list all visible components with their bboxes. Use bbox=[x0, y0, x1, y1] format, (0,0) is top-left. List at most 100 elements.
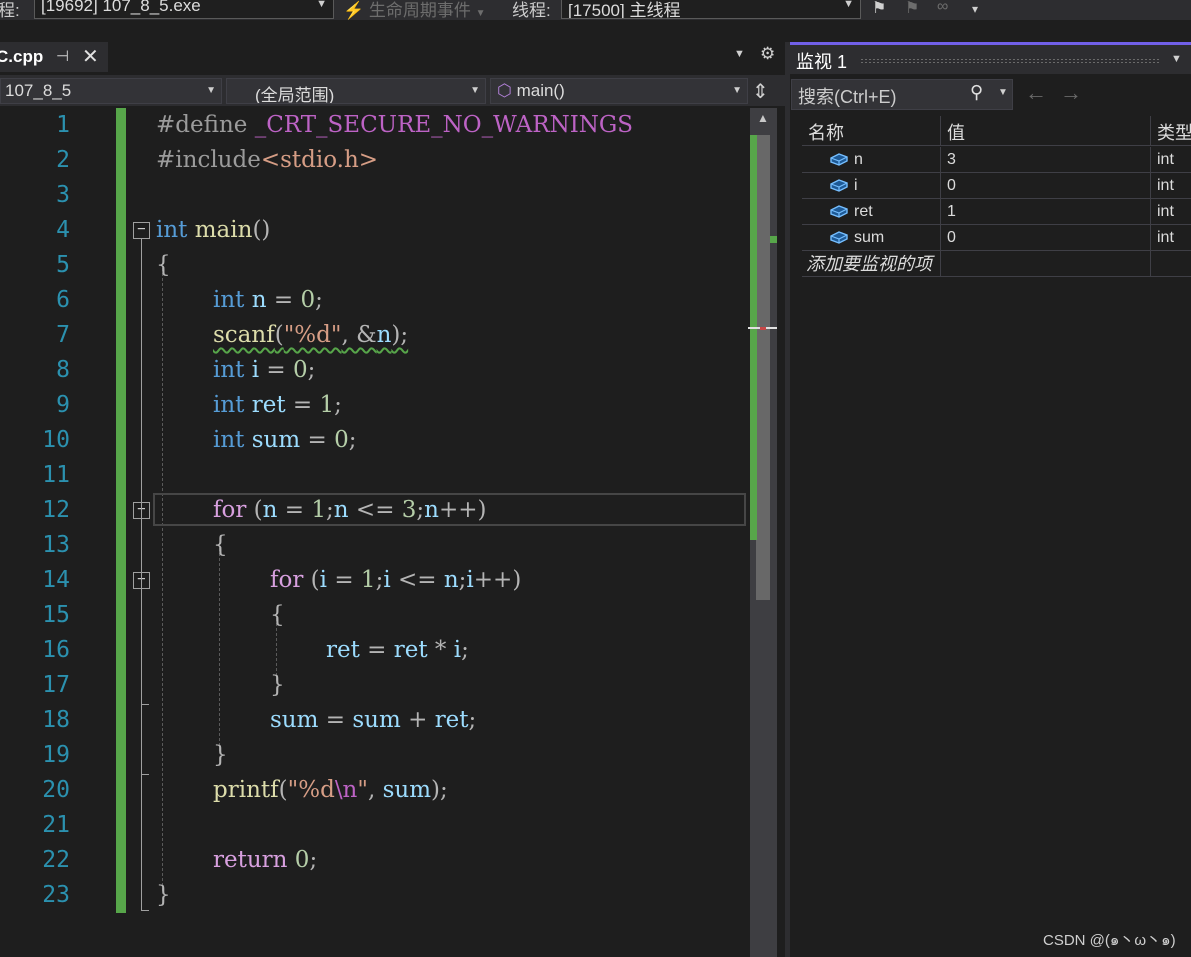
thread-label: 线程: bbox=[512, 1, 551, 20]
code-line-5: { bbox=[156, 252, 171, 278]
code-line-2: #include<stdio.h> bbox=[156, 147, 379, 173]
code-line-23: } bbox=[156, 882, 171, 908]
variable-cube-icon bbox=[830, 179, 848, 192]
watch-name: ret bbox=[854, 203, 873, 220]
process-label: 程: bbox=[0, 1, 20, 20]
line-number: 21 bbox=[42, 812, 70, 838]
column-header-value[interactable]: 值 bbox=[941, 116, 1151, 146]
code-line-12: for (n = 1;n <= 3;n++) bbox=[213, 497, 487, 523]
chevron-down-icon[interactable]: ▼ bbox=[1171, 53, 1182, 65]
lifecycle-events-button[interactable]: ⚡ 生命周期事件 ▼ bbox=[343, 0, 486, 21]
scrollbar-thumb[interactable] bbox=[756, 135, 770, 600]
line-number: 4 bbox=[56, 217, 70, 243]
arrow-left-icon[interactable]: ← bbox=[1025, 80, 1047, 106]
drag-grip[interactable] bbox=[860, 58, 1160, 64]
column-header-name[interactable]: 名称 bbox=[802, 116, 941, 146]
indent-guide bbox=[162, 263, 163, 891]
watch-type: int bbox=[1157, 203, 1174, 220]
watch-type: int bbox=[1157, 151, 1174, 168]
outline-line bbox=[141, 519, 142, 775]
document-tab-strip: C.cpp ⊣ ✕ ▼ ⚙ bbox=[0, 42, 785, 72]
scrollbar-marker bbox=[770, 236, 777, 243]
project-scope-combo[interactable]: 107_8_5 ▼ bbox=[0, 78, 222, 104]
watermark: CSDN @(๑丶ω丶๑) bbox=[1043, 932, 1176, 949]
arrow-right-icon[interactable]: → bbox=[1060, 80, 1082, 106]
code-line-6: int n = 0; bbox=[213, 287, 323, 313]
thread-combo[interactable]: [17500] 主线程 ▼ bbox=[561, 0, 861, 19]
watch-name-cell: ret bbox=[802, 199, 941, 225]
outline-end bbox=[141, 774, 149, 775]
watch-type: int bbox=[1157, 229, 1174, 246]
code-line-9: int ret = 1; bbox=[213, 392, 342, 418]
watch-panel-header[interactable]: 监视 1 ▼ bbox=[790, 42, 1191, 74]
watch-value[interactable]: 1 bbox=[941, 199, 1151, 225]
thread-filter-icon[interactable]: ∞ bbox=[937, 0, 948, 16]
navigation-bar: 107_8_5 ▼ (全局范围) ▼ ⬡ main() ▼ ⇕ bbox=[0, 75, 785, 106]
lightning-icon: ⚡ bbox=[343, 1, 365, 20]
watch-add-row[interactable]: 添加要监视的项 bbox=[802, 251, 1191, 277]
outline-end bbox=[141, 704, 149, 705]
collapse-main-icon[interactable]: − bbox=[133, 222, 150, 239]
chevron-down-icon[interactable]: ▼ bbox=[998, 87, 1008, 98]
indent-guide bbox=[219, 543, 220, 751]
watch-search-placeholder: 搜索(Ctrl+E) bbox=[798, 87, 897, 107]
code-line-15: { bbox=[270, 602, 285, 628]
global-scope-combo[interactable]: (全局范围) ▼ bbox=[226, 78, 486, 104]
change-indicator-bar bbox=[116, 108, 126, 913]
add-watch-item[interactable]: 添加要监视的项 bbox=[802, 251, 941, 277]
process-combo[interactable]: [19692] 107_8_5.exe ▼ bbox=[34, 0, 334, 19]
line-number: 9 bbox=[56, 392, 70, 418]
watch-row[interactable]: ret 1 int bbox=[802, 199, 1191, 225]
pin-icon[interactable]: ⊣ bbox=[56, 47, 69, 65]
watch-name: sum bbox=[854, 229, 885, 246]
close-icon[interactable]: ✕ bbox=[82, 44, 99, 69]
tab-list-dropdown-icon[interactable]: ▼ bbox=[734, 48, 745, 60]
global-scope-value: (全局范围) bbox=[255, 86, 335, 104]
line-number: 14 bbox=[42, 567, 70, 593]
watch-name: i bbox=[854, 177, 858, 194]
line-number: 7 bbox=[56, 322, 70, 348]
document-tab[interactable]: C.cpp ⊣ ✕ bbox=[0, 42, 108, 72]
code-line-10: int sum = 0; bbox=[213, 427, 357, 453]
watch-value[interactable]: 0 bbox=[941, 173, 1151, 199]
watch-row[interactable]: i 0 int bbox=[802, 173, 1191, 199]
watch-name: n bbox=[854, 151, 863, 168]
function-scope-value: main() bbox=[516, 81, 565, 100]
gear-icon[interactable]: ⚙ bbox=[760, 44, 775, 64]
debug-toolbar: 程: [19692] 107_8_5.exe ▼ ⚡ 生命周期事件 ▼ 线程: … bbox=[0, 0, 1191, 20]
code-editor[interactable]: 1 2 3 4 5 6 7 8 9 10 11 12 13 14 15 16 1… bbox=[0, 108, 750, 957]
column-header-type[interactable]: 类型 bbox=[1151, 116, 1191, 146]
watch-panel-title: 监视 1 bbox=[796, 52, 848, 72]
overflow-icon[interactable]: ▾ bbox=[972, 2, 978, 16]
line-number: 16 bbox=[42, 637, 70, 663]
watch-name-cell: n bbox=[802, 147, 941, 173]
code-line-17: } bbox=[270, 672, 285, 698]
chevron-down-icon: ▼ bbox=[206, 85, 216, 96]
variable-cube-icon bbox=[830, 231, 848, 244]
line-number: 2 bbox=[56, 147, 70, 173]
chevron-down-icon: ▼ bbox=[732, 85, 742, 96]
watch-value[interactable]: 3 bbox=[941, 147, 1151, 173]
thread-value: [17500] 主线程 bbox=[568, 1, 681, 19]
line-number: 13 bbox=[42, 532, 70, 558]
watch-search-input[interactable]: 搜索(Ctrl+E) ⚲ ▼ bbox=[791, 79, 1013, 110]
search-icon[interactable]: ⚲ bbox=[970, 82, 983, 103]
function-scope-combo[interactable]: ⬡ main() ▼ bbox=[490, 78, 748, 104]
watch-value[interactable]: 0 bbox=[941, 225, 1151, 251]
variable-cube-icon bbox=[830, 205, 848, 218]
flag-threads-icon[interactable]: ⚑ bbox=[905, 0, 919, 18]
editor-vertical-scrollbar[interactable]: ▲ bbox=[748, 108, 777, 957]
watch-type: int bbox=[1157, 177, 1174, 194]
project-scope-value: 107_8_5 bbox=[5, 81, 72, 100]
code-line-20: printf("%d\n", sum); bbox=[213, 777, 448, 803]
watch-row[interactable]: sum 0 int bbox=[802, 225, 1191, 251]
line-number: 20 bbox=[42, 777, 70, 803]
split-editor-icon[interactable]: ⇕ bbox=[752, 79, 769, 104]
watch-row[interactable]: n 3 int bbox=[802, 147, 1191, 173]
line-number: 12 bbox=[42, 497, 70, 523]
scroll-up-icon[interactable]: ▲ bbox=[757, 111, 769, 125]
watch-name-cell: sum bbox=[802, 225, 941, 251]
flag-icon[interactable]: ⚑ bbox=[872, 0, 886, 18]
code-line-4: int main() bbox=[156, 217, 271, 243]
line-number: 19 bbox=[42, 742, 70, 768]
